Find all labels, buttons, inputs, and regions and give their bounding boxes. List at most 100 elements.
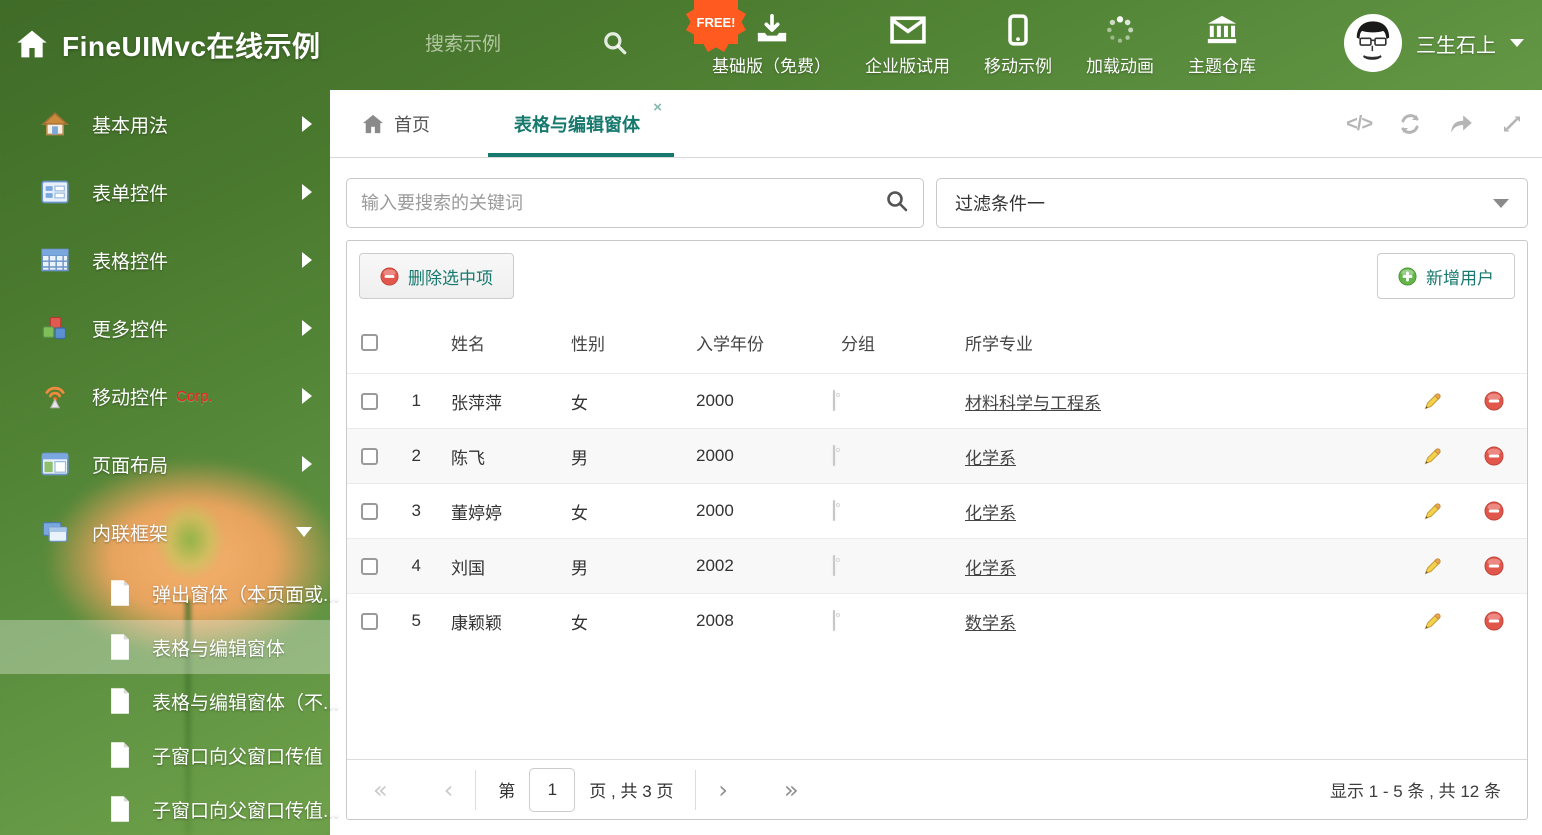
table-header-row: 姓名 性别 入学年份 分组 所学专业 xyxy=(347,311,1527,373)
select-all-checkbox[interactable] xyxy=(360,333,378,351)
row-checkbox[interactable] xyxy=(360,447,378,465)
tab-tools: </> xyxy=(1346,90,1524,158)
chevron-right-icon xyxy=(302,252,312,268)
plus-circle-icon xyxy=(1398,266,1417,286)
edit-button[interactable] xyxy=(1405,501,1461,521)
edit-button[interactable] xyxy=(1405,611,1461,631)
sidebar-item-more-controls[interactable]: 更多控件 xyxy=(0,294,330,362)
page-prefix: 第 xyxy=(498,782,516,801)
major-link[interactable]: 化学系 xyxy=(965,449,1016,468)
pagination-bar: « ‹ 第 页 , 共 3 页 › » 显示 1 - 5 条 , 共 12 条 xyxy=(347,759,1527,819)
major-link[interactable]: 化学系 xyxy=(965,559,1016,578)
first-page-button[interactable]: « xyxy=(373,778,388,802)
prev-page-button[interactable]: ‹ xyxy=(444,778,454,802)
tab-grid-edit-window[interactable]: 表格与编辑窗体 × xyxy=(488,90,674,157)
refresh-icon[interactable] xyxy=(1398,112,1422,136)
open-new-window-icon[interactable] xyxy=(1448,112,1474,136)
column-header-major[interactable]: 所学专业 xyxy=(951,330,1405,355)
sidebar-item-mobile-controls[interactable]: 移动控件 Corp. xyxy=(0,362,330,430)
row-checkbox[interactable] xyxy=(360,557,378,575)
search-icon[interactable] xyxy=(885,189,909,218)
pencil-icon xyxy=(1424,558,1441,575)
frames-icon xyxy=(40,520,70,544)
sidebar-item-basic-usage[interactable]: 基本用法 xyxy=(0,90,330,158)
nav-item-loading-animations[interactable]: 加载动画 xyxy=(1086,14,1154,77)
major-link[interactable]: 材料科学与工程系 xyxy=(965,394,1101,413)
edit-button[interactable] xyxy=(1405,446,1461,466)
table-row[interactable]: 2 陈飞 男 2000 化学系 xyxy=(347,428,1527,483)
chevron-right-icon xyxy=(302,184,312,200)
bank-icon xyxy=(1205,14,1239,46)
delete-button[interactable] xyxy=(1461,446,1527,466)
add-user-button[interactable]: 新增用户 xyxy=(1377,253,1515,299)
keyword-search-box xyxy=(346,178,924,228)
sidebar-subitem-child-to-parent-2[interactable]: 子窗口向父窗口传值... xyxy=(0,782,339,835)
main-panel: 首页 表格与编辑窗体 × </> 输入要搜索的关键词 过滤条件一 删除选中项 新… xyxy=(330,90,1542,835)
sidebar-item-grid-controls[interactable]: 表格控件 xyxy=(0,226,330,294)
row-checkbox[interactable] xyxy=(360,612,378,630)
chevron-right-icon xyxy=(302,456,312,472)
next-page-button[interactable]: › xyxy=(718,778,728,802)
row-checkbox[interactable] xyxy=(360,392,378,410)
chevron-down-icon xyxy=(1493,198,1509,208)
delete-button[interactable] xyxy=(1461,501,1527,521)
delete-button[interactable] xyxy=(1461,611,1527,631)
tab-home[interactable]: 首页 xyxy=(336,90,456,157)
nav-item-enterprise-trial[interactable]: 企业版试用 xyxy=(865,14,950,77)
table-row[interactable]: 3 董婷婷 女 2000 化学系 xyxy=(347,483,1527,538)
grid-toolbar: 删除选中项 新增用户 xyxy=(347,241,1527,311)
table-row[interactable]: 1 张萍萍 女 2000 材料科学与工程系 xyxy=(347,373,1527,428)
table-icon xyxy=(40,248,70,272)
delete-button[interactable] xyxy=(1461,556,1527,576)
home-icon[interactable] xyxy=(16,29,48,64)
form-icon xyxy=(40,180,70,204)
chevron-right-icon xyxy=(302,320,312,336)
column-header-name[interactable]: 姓名 xyxy=(431,330,551,355)
delete-selected-button[interactable]: 删除选中项 xyxy=(359,253,514,299)
chevron-down-icon xyxy=(296,527,312,537)
sidebar-item-iframe[interactable]: 内联框架 xyxy=(0,498,330,566)
edit-button[interactable] xyxy=(1405,391,1461,411)
page-number-input[interactable] xyxy=(529,767,576,812)
sidebar-subitem-child-to-parent[interactable]: 子窗口向父窗口传值 xyxy=(0,728,330,782)
file-icon xyxy=(108,633,132,661)
spinner-icon xyxy=(1104,14,1136,46)
row-checkbox[interactable] xyxy=(360,502,378,520)
table-row[interactable]: 5 康颖颖 女 2008 数学系 xyxy=(347,593,1527,648)
sidebar-item-page-layout[interactable]: 页面布局 xyxy=(0,430,330,498)
search-icon[interactable] xyxy=(602,30,628,61)
record-summary: 显示 1 - 5 条 , 共 12 条 xyxy=(1330,782,1501,801)
chevron-down-icon xyxy=(1510,39,1524,47)
edit-button[interactable] xyxy=(1405,556,1461,576)
nav-item-theme-repository[interactable]: 主题仓库 xyxy=(1188,14,1256,77)
minus-circle-icon xyxy=(1484,611,1504,631)
nav-item-mobile-demo[interactable]: 移动示例 xyxy=(984,14,1052,77)
layout-icon xyxy=(40,452,70,476)
file-icon xyxy=(108,795,132,823)
major-link[interactable]: 化学系 xyxy=(965,504,1016,523)
header-search-input[interactable] xyxy=(425,28,595,62)
file-icon xyxy=(108,579,132,607)
column-header-year[interactable]: 入学年份 xyxy=(676,330,821,355)
filter-dropdown[interactable]: 过滤条件一 xyxy=(936,178,1528,228)
sidebar-subitem-grid-edit-window-2[interactable]: 表格与编辑窗体（不... xyxy=(0,674,339,728)
sidebar-subitem-popup-window[interactable]: 弹出窗体（本页面或... xyxy=(0,566,339,620)
column-header-gender[interactable]: 性别 xyxy=(551,330,676,355)
file-icon xyxy=(108,741,132,769)
free-badge: FREE! xyxy=(685,0,747,53)
user-menu[interactable]: 三生石上 xyxy=(1344,14,1524,72)
corp-badge: Corp. xyxy=(176,387,213,405)
maximize-icon[interactable] xyxy=(1500,112,1524,136)
close-icon[interactable]: × xyxy=(653,100,662,115)
tag-icon xyxy=(833,445,840,466)
source-code-icon[interactable]: </> xyxy=(1346,113,1373,136)
sidebar-item-form-controls[interactable]: 表单控件 xyxy=(0,158,330,226)
column-header-group[interactable]: 分组 xyxy=(821,330,951,355)
sidebar-subitem-grid-edit-window[interactable]: 表格与编辑窗体 xyxy=(0,620,330,674)
tag-icon xyxy=(833,500,840,521)
delete-button[interactable] xyxy=(1461,391,1527,411)
last-page-button[interactable]: » xyxy=(784,778,799,802)
keyword-search-input[interactable] xyxy=(361,192,885,214)
major-link[interactable]: 数学系 xyxy=(965,614,1016,633)
table-row[interactable]: 4 刘国 男 2002 化学系 xyxy=(347,538,1527,593)
